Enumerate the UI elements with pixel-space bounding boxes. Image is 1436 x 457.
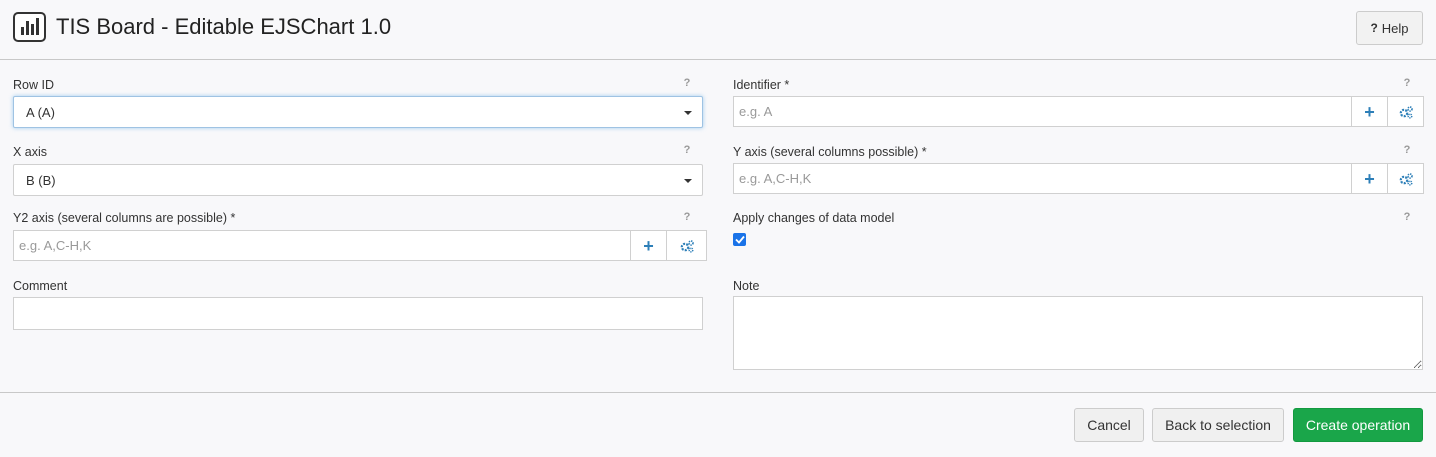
- plus-icon: +: [1364, 101, 1375, 122]
- y-axis-input[interactable]: [733, 163, 1352, 194]
- checkmark-icon: [734, 235, 745, 244]
- note-label: Note: [733, 279, 760, 293]
- apply-changes-help-icon[interactable]: ?: [1402, 211, 1412, 223]
- identifier-add-button[interactable]: +: [1351, 96, 1388, 127]
- y-axis-help-icon[interactable]: ?: [1402, 144, 1412, 156]
- comment-label: Comment: [13, 279, 68, 293]
- x-axis-value: B (B): [26, 172, 56, 188]
- bar-chart-icon: [13, 12, 46, 42]
- footer-divider: [0, 392, 1436, 393]
- row-id-help-icon[interactable]: ?: [682, 77, 692, 89]
- identifier-input[interactable]: [733, 96, 1352, 127]
- page-title: TIS Board - Editable EJSChart 1.0: [56, 14, 392, 39]
- x-axis-help-icon[interactable]: ?: [682, 144, 692, 156]
- row-id-value: A (A): [26, 104, 55, 120]
- cogs-icon: [1399, 105, 1413, 119]
- apply-changes-checkbox[interactable]: [733, 233, 746, 246]
- caret-down-icon: [684, 111, 692, 115]
- identifier-help-icon[interactable]: ?: [1402, 77, 1412, 89]
- y-axis-add-button[interactable]: +: [1351, 163, 1388, 194]
- y2-axis-label: Y2 axis (several columns are possible) *: [13, 211, 236, 225]
- x-axis-label: X axis: [13, 145, 48, 159]
- comment-input[interactable]: [13, 297, 703, 330]
- header: TIS Board - Editable EJSChart 1.0 ? Help: [0, 0, 1436, 60]
- question-icon: ?: [1370, 21, 1378, 35]
- cogs-icon: [1399, 172, 1413, 186]
- x-axis-select[interactable]: B (B): [13, 164, 703, 196]
- plus-icon: +: [1364, 168, 1375, 189]
- plus-icon: +: [643, 235, 654, 256]
- back-to-selection-button[interactable]: Back to selection: [1152, 408, 1284, 442]
- apply-changes-label: Apply changes of data model: [733, 211, 895, 225]
- identifier-config-button[interactable]: [1387, 96, 1424, 127]
- y-axis-label: Y axis (several columns possible) *: [733, 145, 927, 159]
- y2-axis-add-button[interactable]: +: [630, 230, 667, 261]
- create-operation-button[interactable]: Create operation: [1293, 408, 1423, 442]
- help-label: Help: [1381, 20, 1409, 36]
- help-button[interactable]: ? Help: [1356, 11, 1423, 45]
- row-id-label: Row ID: [13, 78, 54, 92]
- y2-axis-help-icon[interactable]: ?: [682, 211, 692, 223]
- caret-down-icon: [684, 179, 692, 183]
- y-axis-config-button[interactable]: [1387, 163, 1424, 194]
- row-id-select[interactable]: A (A): [13, 96, 703, 128]
- identifier-label: Identifier *: [733, 78, 790, 92]
- cogs-icon: [680, 239, 694, 253]
- note-textarea[interactable]: [733, 296, 1423, 370]
- cancel-button[interactable]: Cancel: [1074, 408, 1144, 442]
- y2-axis-config-button[interactable]: [666, 230, 707, 261]
- y2-axis-input[interactable]: [13, 230, 631, 261]
